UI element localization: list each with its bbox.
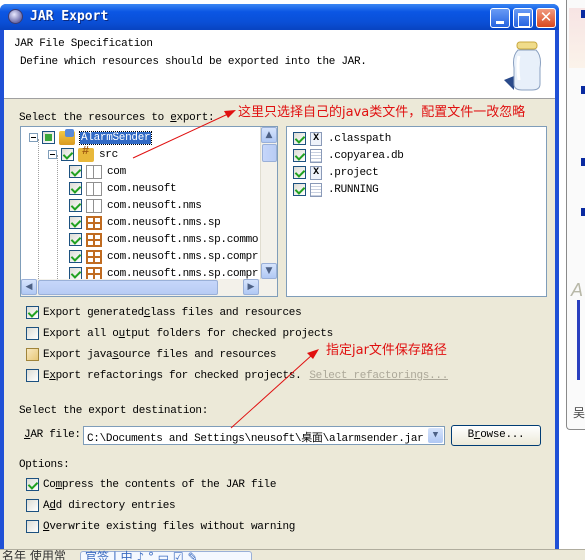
collapse-toggle[interactable] bbox=[29, 133, 38, 142]
checkbox[interactable] bbox=[26, 478, 39, 491]
package-icon bbox=[86, 249, 102, 264]
input-method-bar[interactable]: 官签 | 中 ♪ ° ▭ ☑ ✎ bbox=[80, 550, 252, 560]
resources-label: Select the resources to export: bbox=[19, 112, 215, 124]
options-label: Options: bbox=[19, 459, 70, 471]
tree-checkbox[interactable] bbox=[61, 148, 74, 161]
overwrite-checkbox[interactable]: Overwrite existing files without warning bbox=[26, 520, 295, 533]
collapse-toggle[interactable] bbox=[48, 150, 57, 159]
text-file-icon bbox=[310, 182, 322, 197]
tree-item-project[interactable]: AlarmSender bbox=[29, 128, 153, 146]
empty-package-icon bbox=[86, 181, 102, 196]
file-checkbox[interactable] bbox=[293, 166, 306, 179]
select-refactorings-link[interactable]: Select refactorings... bbox=[309, 370, 448, 382]
close-icon: ✕ bbox=[539, 8, 553, 26]
jar-file-combobox[interactable]: C:\Documents and Settings\neusoft\桌面\ala… bbox=[83, 426, 445, 445]
browse-button[interactable]: Browse... bbox=[451, 425, 541, 446]
checkbox[interactable] bbox=[26, 348, 39, 361]
checkbox[interactable] bbox=[26, 499, 39, 512]
tree-vertical-scrollbar[interactable]: ▲ ▼ bbox=[260, 127, 277, 279]
file-list[interactable]: X .classpath .copyarea.db X .project .RU… bbox=[286, 126, 547, 297]
file-item[interactable]: .copyarea.db bbox=[293, 147, 404, 164]
annotation-path-note: 指定jar文件保存路径 bbox=[326, 343, 447, 358]
annotation-resources-note: 这里只选择自己的java类文件，配置文件一改忽略 bbox=[238, 105, 526, 120]
tree-checkbox[interactable] bbox=[69, 233, 82, 246]
taskbar-text: 名年 使用常 bbox=[2, 549, 66, 560]
bullet-icon bbox=[581, 86, 585, 94]
text-file-icon bbox=[310, 148, 322, 163]
compress-checkbox[interactable]: Co m press the contents of the JAR file bbox=[26, 478, 276, 491]
file-item[interactable]: X .project bbox=[293, 164, 379, 181]
tree-item-src[interactable]: src bbox=[48, 144, 118, 163]
tree-item-package[interactable]: com.neusoft.nms.sp.commo bbox=[69, 231, 259, 248]
file-checkbox[interactable] bbox=[293, 132, 306, 145]
tree-item-package[interactable]: com.neusoft.nms.sp.compr bbox=[69, 248, 259, 265]
package-icon bbox=[86, 215, 102, 230]
add-directory-entries-checkbox[interactable]: Add directory entries bbox=[26, 499, 176, 512]
project-icon bbox=[59, 128, 75, 145]
tree-item-package[interactable]: com bbox=[69, 163, 126, 180]
title-bar[interactable]: JAR Export ✕ bbox=[0, 4, 559, 30]
header-title: JAR File Specification bbox=[14, 38, 153, 50]
wizard-header: JAR File Specification Define which reso… bbox=[4, 30, 555, 99]
tree-checkbox[interactable] bbox=[42, 131, 55, 144]
tree-horizontal-scrollbar[interactable]: ◀ ▶ bbox=[21, 279, 277, 296]
resource-tree[interactable]: AlarmSender src com com.neusoft bbox=[20, 126, 278, 297]
header-description: Define which resources should be exporte… bbox=[20, 56, 367, 68]
background-bar bbox=[577, 300, 580, 380]
tree-checkbox[interactable] bbox=[69, 216, 82, 229]
file-item[interactable]: X .classpath bbox=[293, 130, 391, 147]
checkbox[interactable] bbox=[26, 327, 39, 340]
jar-icon bbox=[504, 41, 541, 91]
checkbox[interactable] bbox=[26, 369, 39, 382]
export-output-folders-checkbox[interactable]: Export all o u tput folders for checked pr… bbox=[26, 327, 333, 340]
scroll-thumb[interactable] bbox=[262, 144, 277, 162]
maximize-button[interactable] bbox=[513, 8, 533, 28]
jar-export-dialog: JAR Export ✕ JAR File Specification Defi… bbox=[0, 4, 559, 549]
jar-file-label: JAR file: bbox=[24, 429, 81, 441]
xml-file-icon: X bbox=[310, 165, 322, 180]
tree-checkbox[interactable] bbox=[69, 182, 82, 195]
destination-label: Select the export destination: bbox=[19, 405, 209, 417]
tree-item-package[interactable]: com.neusoft bbox=[69, 180, 177, 197]
chevron-down-icon[interactable]: ▼ bbox=[428, 428, 443, 443]
scroll-left-icon[interactable]: ◀ bbox=[21, 279, 37, 295]
window-title: JAR Export bbox=[30, 9, 109, 24]
eclipse-icon bbox=[8, 9, 23, 24]
file-item[interactable]: .RUNNING bbox=[293, 181, 379, 198]
bullet-icon bbox=[581, 208, 585, 216]
empty-package-icon bbox=[86, 164, 102, 179]
background-letter: A bbox=[571, 280, 584, 300]
bullet-icon bbox=[581, 10, 585, 18]
xml-file-icon: X bbox=[310, 131, 322, 146]
checkbox[interactable] bbox=[26, 306, 39, 319]
export-class-files-checkbox[interactable]: Export generated c lass files and resourc… bbox=[26, 306, 302, 319]
bullet-icon bbox=[581, 158, 585, 166]
tree-checkbox[interactable] bbox=[69, 199, 82, 212]
file-checkbox[interactable] bbox=[293, 149, 306, 162]
background-text: 吴 bbox=[573, 406, 585, 420]
jar-file-path[interactable]: C:\Documents and Settings\neusoft\桌面\ala… bbox=[87, 429, 424, 445]
scroll-thumb[interactable] bbox=[38, 280, 218, 295]
background-window-edge: A 吴 bbox=[566, 0, 585, 430]
empty-package-icon bbox=[86, 198, 102, 213]
taskbar-fragment: 名年 使用常 官签 | 中 ♪ ° ▭ ☑ ✎ bbox=[0, 549, 585, 560]
tree-checkbox[interactable] bbox=[69, 165, 82, 178]
export-source-files-checkbox[interactable]: Export java s ource files and resources bbox=[26, 348, 276, 361]
scroll-up-icon[interactable]: ▲ bbox=[261, 127, 277, 143]
file-checkbox[interactable] bbox=[293, 183, 306, 196]
package-warning-icon bbox=[86, 232, 102, 247]
tree-checkbox[interactable] bbox=[69, 250, 82, 263]
checkbox[interactable] bbox=[26, 520, 39, 533]
tree-item-package[interactable]: com.neusoft.nms.sp bbox=[69, 214, 221, 231]
close-button[interactable]: ✕ bbox=[536, 8, 556, 28]
scroll-right-icon[interactable]: ▶ bbox=[243, 279, 259, 295]
export-refactorings-checkbox[interactable]: Ex port refactorings for checked projects… bbox=[26, 369, 448, 382]
minimize-button[interactable] bbox=[490, 8, 510, 28]
scroll-down-icon[interactable]: ▼ bbox=[261, 263, 277, 279]
source-folder-icon bbox=[78, 144, 94, 162]
tree-item-package[interactable]: com.neusoft.nms bbox=[69, 197, 202, 214]
